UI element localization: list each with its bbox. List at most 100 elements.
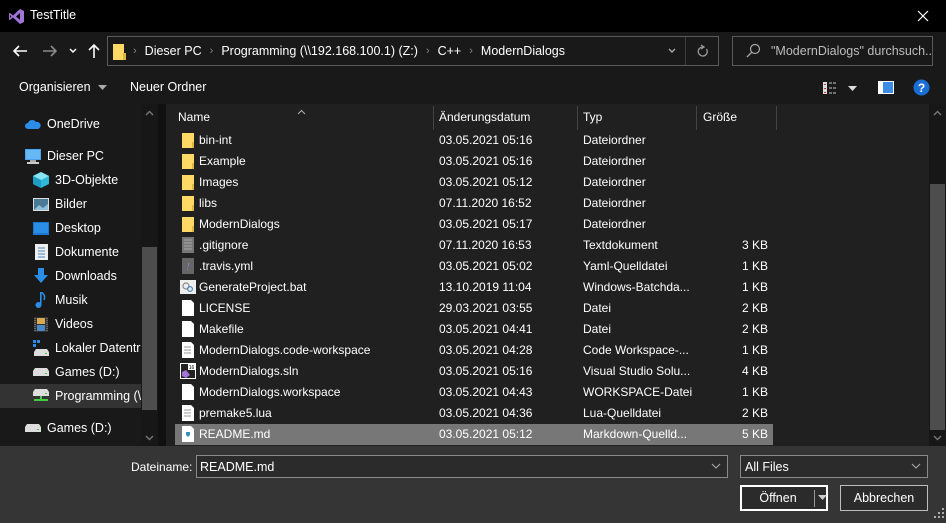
caret-down-icon (98, 84, 108, 90)
organize-button[interactable]: Organisieren (19, 80, 108, 94)
file-row[interactable]: GenerateProject.bat 13.10.2019 11:04 Windo… (175, 277, 773, 298)
filename-dropdown-button[interactable] (709, 459, 723, 476)
file-date: 03.05.2021 04:36 (439, 406, 533, 420)
file-row[interactable]: ModernDialogs.code-workspace 03.05.2021 0… (175, 340, 773, 361)
file-type: Windows-Batchda... (583, 280, 690, 294)
sidebar-item-musik[interactable]: Musik (0, 288, 143, 312)
scrollbar-thumb[interactable] (142, 247, 157, 410)
file-row[interactable]: 16 ModernDialogs.sln 03.05.2021 05:16 Visua… (175, 361, 773, 382)
file-size: 3 KB (741, 238, 768, 252)
breadcrumb-separator-icon: › (469, 45, 473, 57)
sidebar-item-dokumente[interactable]: Dokumente (0, 240, 143, 264)
search-icon (745, 43, 761, 62)
file-row[interactable]: premake5.lua 03.05.2021 04:36 Lua-Quelldat… (175, 403, 773, 424)
file-row[interactable]: README.md 03.05.2021 05:12 Markdown-Quelld… (175, 424, 773, 445)
file-row[interactable]: ModernDialogs.workspace 03.05.2021 04:43 W… (175, 382, 773, 403)
file-name: ModernDialogs (199, 217, 280, 231)
sidebar-item-games-d-root[interactable]: Games (D:) (0, 416, 143, 440)
column-divider[interactable] (696, 106, 697, 130)
recent-locations-button[interactable] (62, 40, 84, 62)
breadcrumb-separator-icon: › (425, 45, 430, 57)
open-label: Öffnen (759, 491, 797, 505)
folder-icon (113, 44, 126, 63)
breadcrumb-dieser-pc[interactable]: Dieser PC (140, 44, 207, 58)
column-divider[interactable] (577, 106, 578, 130)
file-type: Dateiordner (583, 217, 646, 231)
file-date: 13.10.2019 11:04 (439, 280, 532, 294)
filename-label: Dateiname: (131, 460, 193, 474)
cancel-button[interactable]: Abbrechen (840, 485, 928, 511)
up-button[interactable] (83, 40, 105, 62)
help-icon: ? (913, 79, 930, 96)
forward-button[interactable] (39, 40, 61, 62)
sidebar-item-onedrive[interactable]: OneDrive (0, 112, 143, 136)
column-header-type[interactable]: Typ (583, 104, 602, 129)
column-header-date[interactable]: Änderungsdatum (439, 104, 530, 129)
text-file-icon (180, 237, 196, 253)
file-row[interactable]: Images 03.05.2021 05:12 Dateiordner (175, 172, 773, 193)
close-button[interactable] (900, 0, 946, 32)
sidebar-item-downloads[interactable]: Downloads (0, 264, 143, 288)
search-box[interactable] (732, 36, 933, 66)
file-name: LICENSE (199, 301, 251, 315)
file-size: 1 KB (741, 280, 768, 294)
filename-input[interactable] (200, 458, 700, 475)
sidebar-item-dieser-pc[interactable]: Dieser PC (0, 144, 143, 168)
filetype-select[interactable]: All Files (740, 455, 928, 478)
address-bar[interactable]: › Dieser PC › Programming (\\192.168.100… (107, 36, 719, 66)
column-header-name[interactable]: Name (178, 104, 210, 129)
filename-combobox[interactable] (196, 455, 728, 478)
sidebar-item-programming[interactable]: Programming (\\192.168.100.1) (Z:) (0, 384, 143, 408)
scroll-down-button[interactable] (929, 429, 946, 446)
navigation-pane: OneDrive Dieser PC 3D-Objekte Bilder Des… (0, 104, 158, 446)
file-name: README.md (199, 427, 271, 441)
open-options-dropdown[interactable] (816, 487, 828, 509)
blank-file-icon (180, 321, 196, 337)
resize-grip-icon[interactable] (934, 507, 944, 521)
sidebar-item-3d-objekte[interactable]: 3D-Objekte (0, 168, 143, 192)
address-history-dropdown[interactable] (660, 37, 684, 65)
new-folder-button[interactable]: Neuer Ordner (130, 80, 206, 94)
preview-pane-button[interactable] (878, 81, 894, 97)
sidebar-item-videos[interactable]: Videos (0, 312, 143, 336)
sidebar-item-lokaler-datentraeger[interactable]: Lokaler Datenträger (0, 336, 143, 360)
scroll-up-button[interactable] (929, 104, 946, 121)
local-disk-icon (33, 340, 49, 356)
file-row[interactable]: bin-int 03.05.2021 05:16 Dateiordner (175, 130, 773, 151)
sidebar-item-desktop[interactable]: Desktop (0, 216, 143, 240)
file-date: 03.05.2021 04:41 (439, 322, 533, 336)
pane-splitter[interactable] (158, 104, 166, 446)
file-list-scrollbar[interactable] (929, 104, 946, 446)
breadcrumb-programming[interactable]: Programming (\\192.168.100.1) (Z:) (216, 44, 423, 58)
file-row[interactable]: Makefile 03.05.2021 04:41 Datei 2 KB (175, 319, 773, 340)
chevron-down-icon (909, 459, 923, 476)
change-view-button[interactable] (822, 81, 858, 98)
file-type: Markdown-Quelld... (583, 427, 688, 441)
navigation-scrollbar[interactable] (141, 104, 158, 446)
computer-icon (25, 148, 41, 164)
open-button[interactable]: Öffnen (740, 485, 828, 511)
file-row[interactable]: Example 03.05.2021 05:16 Dateiordner (175, 151, 773, 172)
file-row[interactable]: LICENSE 29.03.2021 03:55 Datei 2 KB (175, 298, 773, 319)
refresh-button[interactable] (685, 37, 718, 65)
file-row[interactable]: .gitignore 07.11.2020 16:53 Textdokument 3 … (175, 235, 773, 256)
scroll-up-button[interactable] (141, 104, 158, 121)
file-type: Code Workspace-... (583, 343, 689, 357)
file-type: Textdokument (583, 238, 658, 252)
breadcrumb-moderndialogs[interactable]: ModernDialogs (476, 44, 570, 58)
details-view-icon (823, 82, 857, 94)
column-divider[interactable] (776, 106, 777, 130)
search-input[interactable] (771, 42, 931, 60)
column-divider[interactable] (433, 106, 434, 130)
column-header-size[interactable]: Größe (703, 104, 737, 129)
file-row[interactable]: ModernDialogs 03.05.2021 05:17 Dateiordner (175, 214, 773, 235)
scrollbar-thumb[interactable] (930, 184, 945, 430)
back-button[interactable] (9, 40, 31, 62)
help-button[interactable]: ? (913, 79, 930, 99)
scroll-down-button[interactable] (141, 429, 158, 446)
file-row[interactable]: ! .travis.yml 03.05.2021 05:02 Yaml-Quellda… (175, 256, 773, 277)
sidebar-item-games-d[interactable]: Games (D:) (0, 360, 143, 384)
breadcrumb-cpp[interactable]: C++ (433, 44, 467, 58)
file-row[interactable]: libs 07.11.2020 16:52 Dateiordner (175, 193, 773, 214)
sidebar-item-bilder[interactable]: Bilder (0, 192, 143, 216)
